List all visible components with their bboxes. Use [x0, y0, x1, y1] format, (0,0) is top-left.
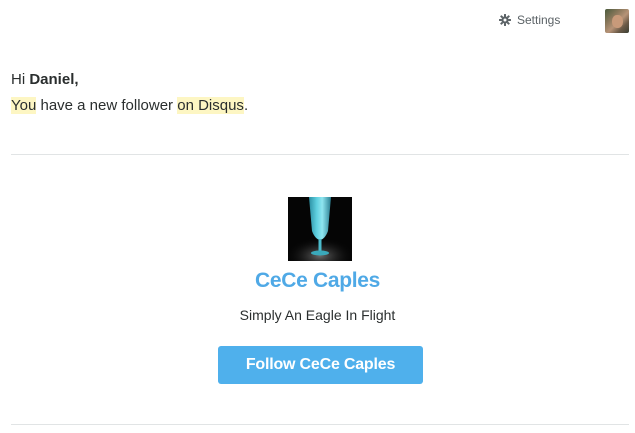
- recipient-name: Daniel,: [29, 71, 79, 88]
- divider: [11, 424, 629, 425]
- follower-avatar[interactable]: [288, 197, 352, 261]
- message-period: .: [243, 97, 249, 114]
- settings-label: Settings: [517, 13, 561, 27]
- user-avatar[interactable]: [605, 9, 629, 33]
- settings-link[interactable]: Settings: [499, 13, 560, 27]
- email-page: Settings Hi Daniel, You have a new follo…: [0, 0, 635, 433]
- header: Settings: [0, 0, 635, 40]
- greeting: Hi Daniel,: [11, 70, 79, 90]
- greeting-prefix: Hi: [11, 71, 26, 88]
- follower-bio: Simply An Eagle In Flight: [239, 307, 396, 323]
- follow-button[interactable]: Follow CeCe Caples: [218, 346, 423, 384]
- gear-icon: [499, 14, 511, 26]
- message-highlight-you: You: [11, 97, 37, 114]
- divider: [11, 154, 629, 155]
- message-highlight-disqus: on Disqus: [177, 97, 244, 114]
- follower-name[interactable]: CeCe Caples: [0, 269, 635, 293]
- message-text: have a new follower: [36, 97, 178, 114]
- notification-message: You have a new follower on Disqus.: [11, 96, 248, 116]
